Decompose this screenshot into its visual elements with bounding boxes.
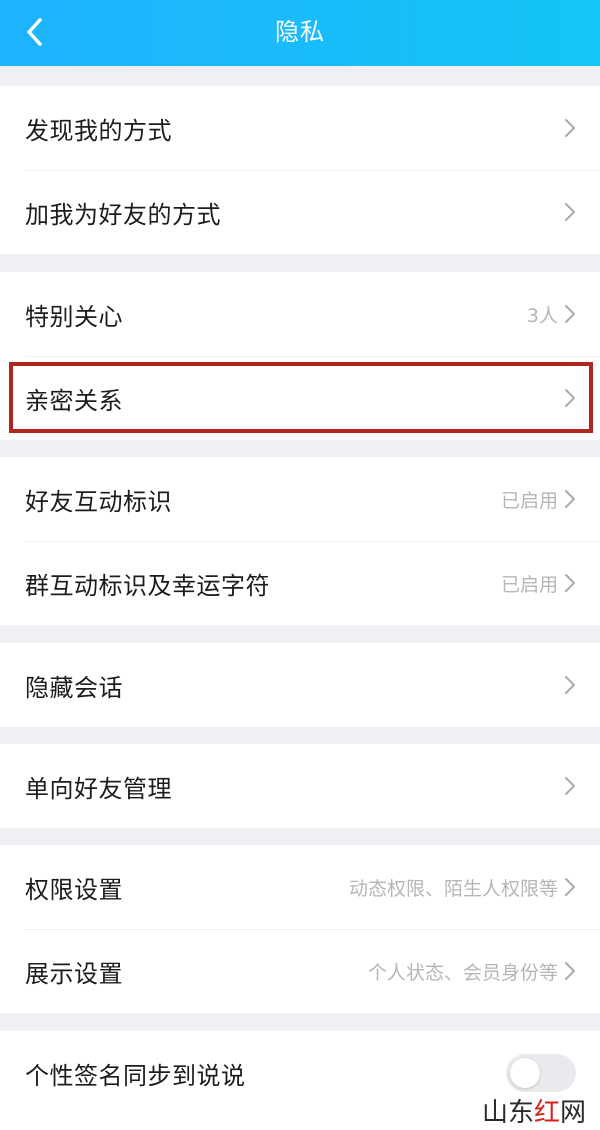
- row-label: 特别关心: [25, 302, 123, 331]
- row-label: 隐藏会话: [25, 673, 123, 702]
- row-label: 个性签名同步到说说: [25, 1061, 246, 1090]
- toggle-knob: [510, 1058, 540, 1088]
- row-value: 已启用: [500, 573, 558, 596]
- row-group-interaction-marks[interactable]: 群互动标识及幸运字符 已启用: [0, 541, 600, 625]
- row-friend-interaction-marks[interactable]: 好友互动标识 已启用: [0, 457, 600, 541]
- row-add-friend-methods[interactable]: 加我为好友的方式: [0, 170, 600, 254]
- row-hidden-chats[interactable]: 隐藏会话: [0, 643, 600, 727]
- row-special-care[interactable]: 特别关心 3人: [0, 272, 600, 356]
- watermark: 山东红网: [482, 1092, 586, 1129]
- settings-group-permissions: 权限设置 动态权限、陌生人权限等 展示设置 个人状态、会员身份等: [0, 845, 600, 1013]
- chevron-right-icon: [565, 490, 575, 508]
- chevron-right-icon: [565, 203, 575, 221]
- row-find-me-methods[interactable]: 发现我的方式: [0, 86, 600, 170]
- chevron-right-icon: [565, 962, 575, 980]
- chevron-right-icon: [565, 777, 575, 795]
- chevron-right-icon: [565, 389, 575, 407]
- chevron-right-icon: [565, 676, 575, 694]
- settings-group-interaction-marks: 好友互动标识 已启用 群互动标识及幸运字符 已启用: [0, 457, 600, 625]
- chevron-right-icon: [565, 119, 575, 137]
- row-label: 单向好友管理: [25, 774, 172, 803]
- row-label: 加我为好友的方式: [25, 200, 221, 229]
- settings-group-one-way-friends: 单向好友管理: [0, 744, 600, 828]
- settings-group-discovery: 发现我的方式 加我为好友的方式: [0, 86, 600, 254]
- row-permission-settings[interactable]: 权限设置 动态权限、陌生人权限等: [0, 845, 600, 929]
- row-display-settings[interactable]: 展示设置 个人状态、会员身份等: [0, 929, 600, 1013]
- settings-group-relations: 特别关心 3人 亲密关系: [0, 272, 600, 440]
- row-value: 已启用: [500, 489, 558, 512]
- chevron-right-icon: [565, 574, 575, 592]
- page-title: 隐私: [275, 18, 325, 46]
- watermark-text-3: 网: [559, 1098, 586, 1128]
- watermark-text-1: 山东: [481, 1098, 534, 1128]
- chevron-right-icon: [565, 878, 575, 896]
- row-label: 亲密关系: [25, 386, 123, 415]
- row-value: 个人状态、会员身份等: [367, 961, 558, 984]
- row-one-way-friends[interactable]: 单向好友管理: [0, 744, 600, 828]
- row-value: 动态权限、陌生人权限等: [348, 877, 558, 900]
- chevron-right-icon: [565, 305, 575, 323]
- row-label: 发现我的方式: [25, 116, 172, 145]
- row-intimate-relations[interactable]: 亲密关系: [0, 356, 600, 440]
- watermark-text-2: 红: [533, 1098, 560, 1128]
- row-label: 群互动标识及幸运字符: [25, 571, 270, 600]
- signature-sync-toggle[interactable]: [506, 1054, 576, 1092]
- row-value: 3人: [526, 304, 558, 327]
- settings-group-hidden-chats: 隐藏会话: [0, 643, 600, 727]
- row-label: 好友互动标识: [25, 487, 172, 516]
- row-label: 展示设置: [25, 959, 123, 988]
- nav-bar: 隐私: [0, 0, 600, 66]
- row-label: 权限设置: [25, 875, 123, 904]
